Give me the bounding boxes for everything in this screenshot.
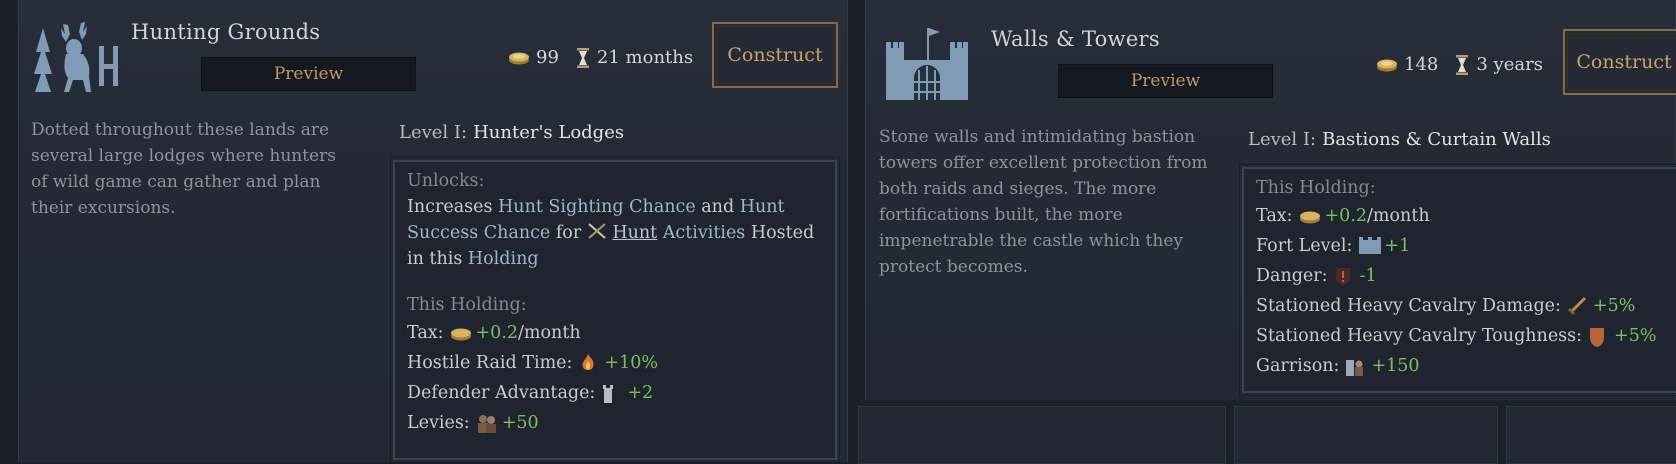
time-cost: 3 years [1476, 54, 1543, 75]
effect-row: Defender Advantage: +2 [407, 378, 823, 408]
effect-row: Stationed Heavy Cavalry Toughness: +5% [1256, 321, 1670, 351]
building-description: Dotted throughout these lands are severa… [31, 120, 336, 218]
effect-value: +150 [1371, 356, 1420, 376]
empty-slot [1506, 406, 1676, 464]
crossed-weapons-icon [588, 223, 606, 239]
level-name: Bastions & Curtain Walls [1322, 128, 1551, 150]
effect-row: Tax: +0.2/month [1256, 201, 1670, 231]
effect-row: Hostile Raid Time: +10% [407, 348, 823, 378]
tower-icon [601, 383, 621, 403]
construct-button[interactable]: Construct [1563, 29, 1676, 95]
building-card-hunting-grounds: Hunting Grounds Preview 99 21 months Con… [18, 0, 848, 463]
fire-raid-icon [578, 353, 598, 373]
empty-slot [858, 406, 1226, 464]
effect-label: Tax: [1256, 206, 1293, 226]
holding-label: This Holding: [407, 295, 527, 315]
effects-box: Unlocks: Increases Hunt Sighting Chance … [390, 157, 840, 463]
effect-value: +5% [1592, 296, 1636, 316]
unlocks-label: Unlocks: [407, 171, 485, 191]
effect-value: +1 [1384, 236, 1411, 256]
effect-value: +50 [501, 413, 539, 433]
building-description: Stone walls and intimidating bastion tow… [879, 127, 1208, 277]
building-title: Hunting Grounds [131, 20, 321, 44]
hunting-grounds-icon [33, 18, 119, 92]
level-header: Level I: Hunter's Lodges [389, 116, 624, 148]
effect-suffix: /month [518, 323, 581, 343]
gold-cost: 148 [1404, 54, 1439, 75]
effect-row: Levies: +50 [407, 408, 823, 438]
effect-value: +5% [1614, 326, 1657, 346]
gold-cost: 99 [536, 47, 559, 68]
preview-button[interactable]: Preview [1058, 64, 1273, 98]
level-header: Level I: Bastions & Curtain Walls [1238, 123, 1551, 155]
gold-coins-icon [1299, 206, 1320, 226]
unlocks-text: Increases Hunt Sighting Chance and Hunt … [407, 197, 815, 269]
effect-value: -1 [1359, 266, 1377, 286]
effect-list: Tax: +0.2/month Fort Level: +1 Danger: -1 Stat… [1256, 201, 1670, 381]
shield-icon [1588, 326, 1608, 347]
effect-label: Stationed Heavy Cavalry Damage: [1256, 296, 1561, 316]
holding-label: This Holding: [1256, 178, 1376, 198]
effect-row: Stationed Heavy Cavalry Damage: +5% [1256, 291, 1670, 321]
time-cost: 21 months [596, 47, 694, 68]
hourglass-icon [1456, 54, 1469, 75]
effect-row: Tax: +0.2/month [407, 318, 823, 348]
preview-button[interactable]: Preview [201, 57, 416, 91]
building-card-walls-towers: Walls & Towers Preview 148 3 years Const… [865, 0, 1676, 400]
effect-label: Garrison: [1256, 356, 1340, 376]
effect-row: Fort Level: +1 [1256, 231, 1670, 261]
effect-value: +2 [627, 383, 654, 403]
fort-icon [1358, 236, 1382, 256]
level-prefix: Level I: [1248, 128, 1317, 150]
build-cost: 99 21 months [508, 47, 693, 68]
activities-link[interactable]: Activities [657, 223, 746, 243]
effect-label: Fort Level: [1256, 236, 1353, 256]
gold-coins-icon [450, 323, 471, 343]
castle-walls-icon [884, 26, 970, 100]
level-name: Hunter's Lodges [473, 121, 625, 143]
effects-box: This Holding: Tax: +0.2/month Fort Level: +… [1239, 164, 1676, 396]
effect-value: +0.2 [1324, 206, 1368, 226]
effect-label: Danger: [1256, 266, 1328, 286]
effect-suffix: /month [1367, 206, 1430, 226]
empty-slot [1234, 406, 1498, 464]
gold-coins-icon [1377, 59, 1397, 71]
effect-row: Garrison: +150 [1256, 351, 1670, 381]
build-cost: 148 3 years [1376, 54, 1543, 75]
effect-value: +0.2 [475, 323, 519, 343]
hunt-link[interactable]: Hunt [612, 223, 657, 243]
levies-icon [476, 413, 496, 433]
effect-label: Defender Advantage: [407, 383, 596, 403]
level-prefix: Level I: [399, 121, 468, 143]
hourglass-icon [576, 47, 589, 68]
effect-label: Levies: [407, 413, 470, 433]
danger-shield-icon [1334, 266, 1354, 286]
effect-value: +10% [604, 353, 658, 373]
hunt-sighting-link[interactable]: Hunt Sighting Chance [498, 197, 696, 217]
sword-icon [1567, 296, 1587, 316]
effect-label: Tax: [407, 323, 444, 343]
effect-label: Stationed Heavy Cavalry Toughness: [1256, 326, 1583, 346]
building-title: Walls & Towers [991, 27, 1160, 51]
holding-link[interactable]: Holding [468, 249, 539, 269]
effect-row: Danger: -1 [1256, 261, 1670, 291]
garrison-icon [1345, 356, 1365, 376]
construct-button[interactable]: Construct [712, 22, 838, 88]
gold-coins-icon [509, 52, 529, 64]
effect-list: Tax: +0.2/month Hostile Raid Time: +10% Defe… [407, 318, 823, 438]
effect-label: Hostile Raid Time: [407, 353, 573, 373]
